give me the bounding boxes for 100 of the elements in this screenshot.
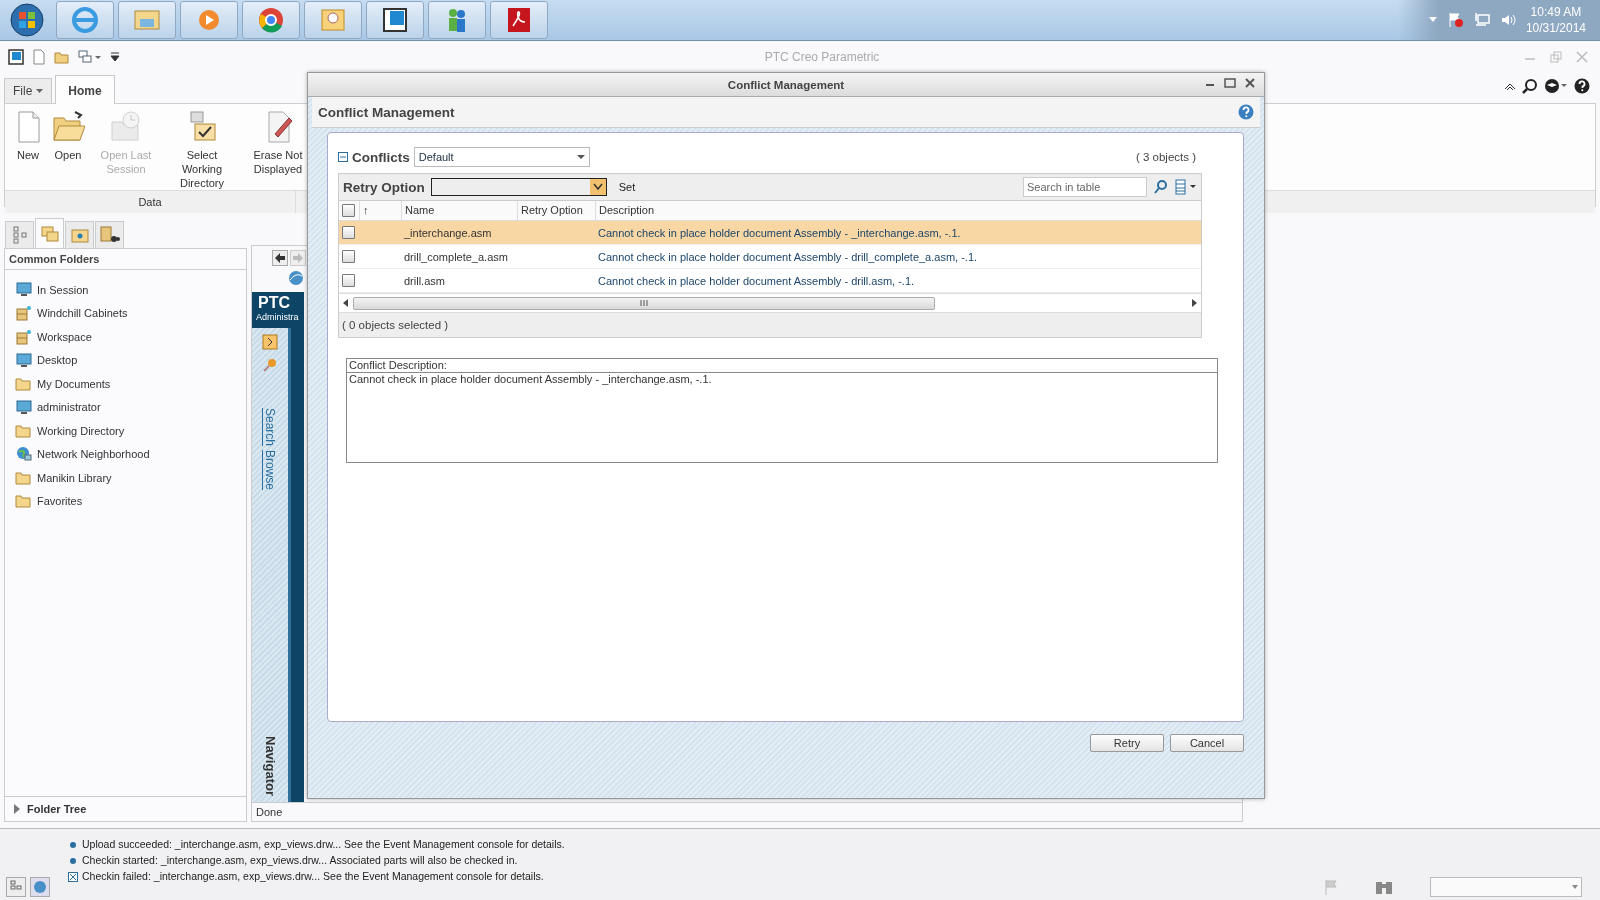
dialog-button[interactable]: Retry — [1090, 734, 1164, 752]
folder-item[interactable]: Favorites — [37, 495, 83, 508]
ribbon-button[interactable]: Erase Not Displayed — [241, 108, 315, 190]
bullet-icon — [68, 839, 78, 850]
caret-icon — [592, 183, 603, 191]
navigator-tab[interactable] — [95, 221, 124, 248]
ribbon-tab[interactable]: File — [4, 78, 53, 103]
description-label: Conflict Description: — [347, 359, 1217, 373]
status-message: Checkin started: _interchange.asm, exp_views.drw... Associated parts will also be checked in. — [82, 853, 518, 868]
folder-icon — [15, 376, 31, 391]
name-cell-text: _interchange.asm — [403, 226, 493, 239]
navigator-title: Navigator — [262, 736, 278, 796]
session-icon — [109, 108, 143, 144]
logo-subtitle: Administra — [255, 312, 299, 322]
folder-item[interactable]: My Documents — [37, 377, 111, 390]
status-message: Checkin failed: _interchange.asm, exp_views.drw... See the Event Management console for details. — [82, 869, 544, 884]
globe-icon — [15, 446, 33, 463]
folder-item[interactable]: Manikin Library — [37, 471, 112, 484]
start-button[interactable] — [9, 2, 45, 38]
description-text: Cannot check in place holder document Assembly - _interchange.asm, -.1. — [348, 373, 713, 385]
search-link[interactable]: Search — [263, 408, 277, 447]
error-icon — [68, 871, 78, 882]
description-cell-text: Cannot check in place holder document Assembly - drill.asm, -.1. — [597, 274, 916, 287]
ribbon-tab[interactable]: Home — [55, 75, 115, 104]
monitor-icon — [15, 399, 33, 415]
monitor-icon — [15, 282, 33, 298]
pin-icon[interactable] — [263, 358, 277, 372]
folder-item[interactable]: administrator — [37, 401, 101, 414]
folder-tree-toggle[interactable]: Folder Tree — [27, 803, 87, 815]
maximize-icon[interactable] — [1224, 77, 1236, 89]
new-file-icon[interactable] — [32, 48, 46, 65]
folder-item[interactable]: Desktop — [37, 354, 78, 367]
cabinet-icon — [15, 328, 33, 345]
column-header[interactable]: Name — [401, 201, 517, 220]
flag-error-icon[interactable] — [1447, 12, 1464, 28]
table-row[interactable]: _interchange.asm Cannot check in place holder document Assembly - _interchange.asm, -.1. — [339, 221, 1201, 245]
volume-icon[interactable] — [1499, 12, 1516, 28]
window-title: PTC Creo Parametric — [763, 49, 881, 64]
scroll-left-icon[interactable] — [343, 299, 349, 307]
folder-item[interactable]: Windchill Cabinets — [37, 307, 128, 320]
scrollbar-thumb[interactable] — [353, 296, 935, 310]
object-count: ( 3 objects ) — [1135, 151, 1197, 163]
selection-count: ( 0 objects selected ) — [339, 312, 1201, 337]
open-icon — [51, 108, 85, 144]
folder-item[interactable]: Network Neighborhood — [37, 448, 150, 461]
conflicts-label: Conflicts — [352, 149, 410, 165]
help-icon[interactable] — [1574, 78, 1590, 94]
search-icon[interactable] — [1522, 78, 1538, 94]
column-header[interactable]: Description — [595, 201, 1201, 220]
close-icon[interactable] — [1244, 77, 1256, 89]
column-header[interactable]: Retry Option — [517, 201, 595, 220]
retry-option-dropdown[interactable] — [430, 178, 607, 196]
folders-icon — [39, 224, 60, 243]
collapse-icon[interactable] — [338, 152, 348, 162]
row-checkbox[interactable] — [342, 226, 355, 239]
browse-link[interactable]: Browse — [263, 450, 277, 491]
folder-icon — [15, 423, 31, 438]
globe-icon[interactable] — [30, 877, 50, 897]
description-cell-text: Cannot check in place holder document Assembly - drill_complete_a.asm, -.1. — [597, 250, 979, 263]
customize-caret-icon[interactable] — [110, 50, 120, 63]
browser-status: Done — [252, 802, 1242, 821]
ribbon-button[interactable]: Open — [49, 108, 87, 190]
binoculars-icon[interactable] — [1374, 879, 1394, 895]
search-field[interactable]: Search in table — [1023, 177, 1147, 197]
folder-item[interactable]: Workspace — [37, 330, 92, 343]
view-dropdown[interactable]: Default — [413, 147, 590, 167]
dialog-button[interactable]: Cancel — [1170, 734, 1244, 752]
caret-icon — [36, 88, 44, 94]
ribbon-button[interactable]: Select Working Directory — [165, 108, 239, 190]
dropdown-field[interactable] — [1430, 877, 1582, 897]
chrome-browser-icon[interactable] — [256, 5, 286, 35]
folder-item[interactable]: Working Directory — [37, 424, 125, 437]
collapse-ribbon-icon[interactable] — [1504, 81, 1516, 91]
set-button[interactable]: Set — [618, 181, 636, 193]
table-row[interactable]: drill_complete_a.asm Cannot check in place holder document Assembly - drill_complete_a.asm, -.1. — [339, 245, 1201, 269]
name-cell-text: drill_complete_a.asm — [403, 250, 509, 263]
ribbon-button[interactable]: New — [9, 108, 47, 190]
folder-item[interactable]: In Session — [37, 283, 89, 296]
status-message: Upload succeeded: _interchange.asm, exp_views.drw... See the Event Management console for details. — [82, 837, 565, 852]
group-label: Data — [5, 191, 296, 213]
monitor-icon — [15, 352, 33, 368]
select-all-checkbox[interactable] — [342, 204, 355, 217]
app-window-icon[interactable] — [8, 48, 24, 65]
table-row[interactable]: drill.asm Cannot check in place holder document Assembly - drill.asm, -.1. — [339, 269, 1201, 293]
table-view-icon[interactable] — [1175, 179, 1197, 195]
row-checkbox[interactable] — [342, 274, 355, 287]
app-window-icon[interactable] — [380, 5, 410, 35]
sort-indicator[interactable]: ↑ — [359, 201, 401, 220]
windows-icon[interactable] — [78, 48, 102, 65]
expand-panel-icon[interactable] — [262, 334, 278, 350]
tree-icon — [11, 226, 28, 244]
folder-icon — [15, 470, 31, 485]
row-checkbox[interactable] — [342, 250, 355, 263]
expand-icon[interactable] — [13, 804, 21, 814]
bullet-icon — [68, 855, 78, 866]
tree-icon[interactable] — [6, 877, 26, 897]
scroll-right-icon[interactable] — [1191, 299, 1197, 307]
tray-expand-icon[interactable] — [1427, 16, 1438, 24]
back-arrow-icon[interactable] — [272, 250, 288, 266]
name-cell-text: drill.asm — [403, 274, 446, 287]
